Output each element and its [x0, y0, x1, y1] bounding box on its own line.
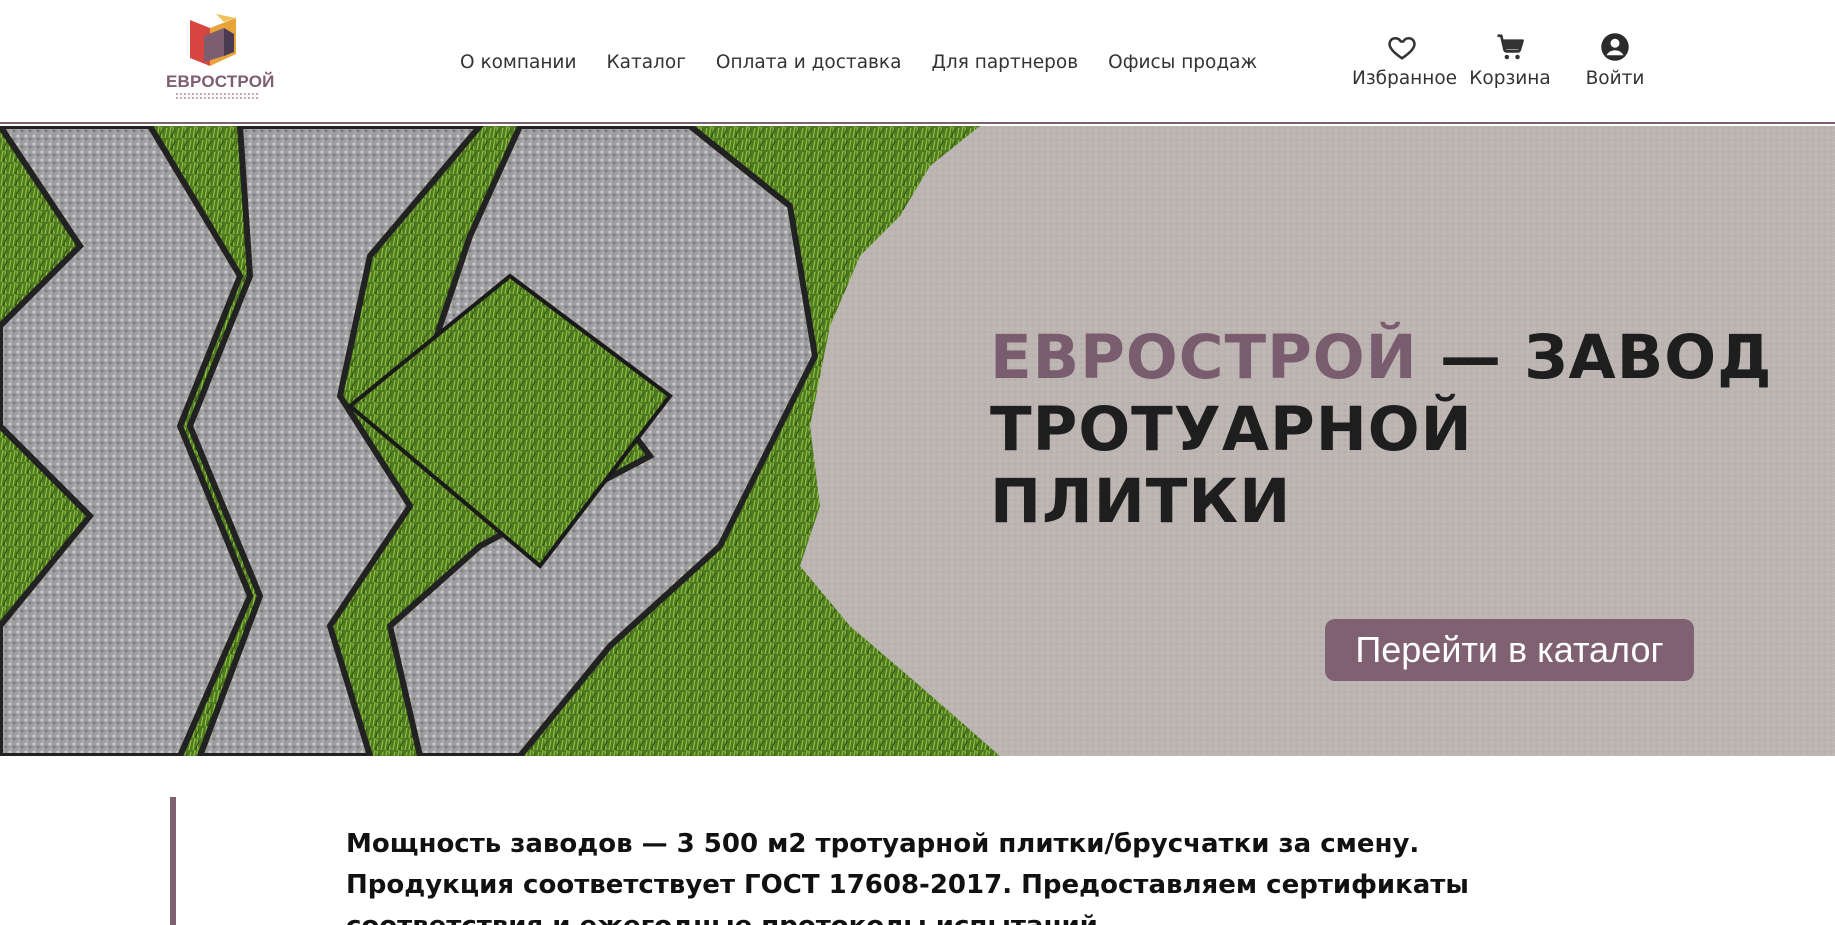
login-button[interactable]: Войти [1565, 32, 1665, 89]
cart-icon [1497, 34, 1524, 60]
favorites-button[interactable]: Избранное [1352, 32, 1458, 89]
hero-banner: ЕВРОСТРОЙ — ЗАВОД ТРОТУАРНОЙ ПЛИТКИ Пере… [0, 126, 1835, 756]
nav-payment-delivery[interactable]: Оплата и доставка [716, 52, 902, 73]
logo[interactable]: ЕВРОСТРОЙ [166, 14, 275, 106]
hero-title: ЕВРОСТРОЙ — ЗАВОД ТРОТУАРНОЙ ПЛИТКИ [990, 322, 1790, 538]
nav-partners[interactable]: Для партнеров [931, 52, 1078, 73]
cart-button[interactable]: Корзина [1460, 32, 1560, 89]
info-paragraph: Мощность заводов — 3 500 м2 тротуарной п… [346, 829, 1469, 925]
user-icon [1601, 33, 1629, 61]
login-label: Войти [1585, 68, 1645, 89]
hero-title-line2: ТРОТУАРНОЙ ПЛИТКИ [990, 394, 1473, 537]
info-accent-bar [170, 797, 176, 925]
nav-about[interactable]: О компании [460, 52, 576, 73]
favorites-label: Избранное [1352, 68, 1458, 89]
site-header: ЕВРОСТРОЙ О компании Каталог Оплата и до… [0, 0, 1835, 124]
nav-catalog[interactable]: Каталог [606, 52, 685, 73]
main-nav: О компании Каталог Оплата и доставка Для… [460, 52, 1287, 73]
logo-text: ЕВРОСТРОЙ [166, 72, 275, 91]
logo-mark-icon [190, 14, 236, 66]
go-to-catalog-button[interactable]: Перейти в каталог [1325, 619, 1694, 681]
hero-title-brand: ЕВРОСТРОЙ [990, 322, 1418, 393]
nav-sales-offices[interactable]: Офисы продаж [1108, 52, 1257, 73]
logo-tagline [176, 93, 258, 99]
hero-title-rest: — ЗАВОД [1417, 322, 1773, 393]
cart-label: Корзина [1469, 68, 1551, 89]
heart-icon [1388, 36, 1416, 60]
